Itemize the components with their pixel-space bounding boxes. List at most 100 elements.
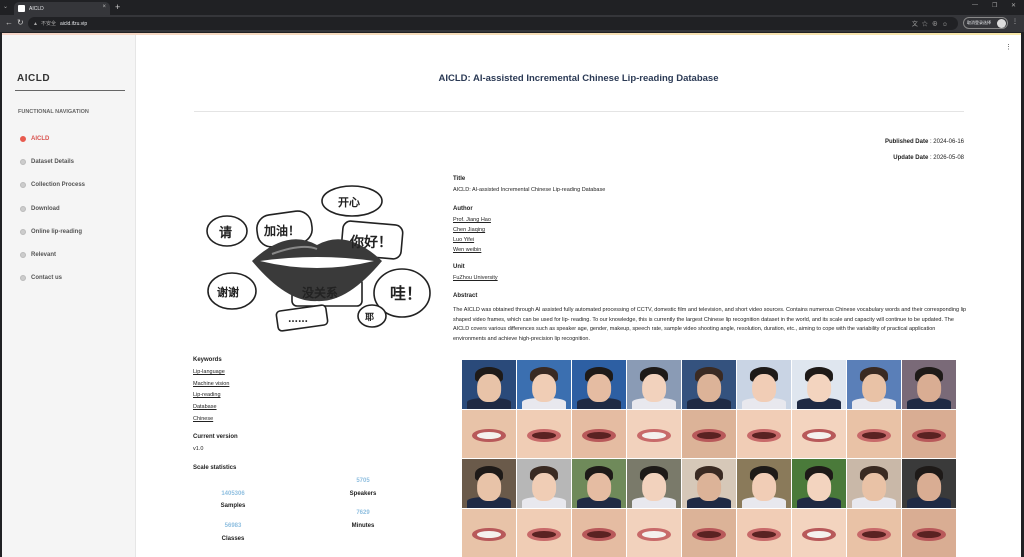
reload-icon[interactable]: ↻ xyxy=(17,18,24,27)
bubble-text: 哇！ xyxy=(390,284,422,303)
lip-crop-image xyxy=(682,508,736,557)
mouth-opening-shape xyxy=(477,531,501,539)
maximize-button[interactable]: ❐ xyxy=(992,2,997,9)
tab-title: AICLD xyxy=(29,5,44,12)
new-tab-button[interactable]: + xyxy=(115,2,120,12)
lip-crop-image xyxy=(737,508,791,557)
speaker-face-image xyxy=(517,360,571,409)
sidebar-item-relevant[interactable]: Relevant xyxy=(20,250,56,260)
keyword-link[interactable]: Machine vision xyxy=(193,381,229,387)
dot-icon xyxy=(20,252,26,258)
title-divider xyxy=(194,111,964,112)
tab-search-icon[interactable]: ⌄ xyxy=(3,3,8,10)
omnibox-action-icons[interactable]: 文☆⊕☺ xyxy=(912,19,952,28)
lip-crop-image xyxy=(737,409,791,458)
favicon-icon xyxy=(18,5,25,12)
bubble-text: 加油！ xyxy=(263,223,300,238)
mouth-opening-shape xyxy=(862,531,886,539)
lip-crop-image xyxy=(902,508,956,557)
face-shape xyxy=(642,472,666,501)
brand-logo[interactable]: AICLD xyxy=(17,73,50,84)
sidebar-item-label: Online lip-reading xyxy=(31,229,83,235)
classes-label: Classes xyxy=(221,536,245,542)
minutes-label: Minutes xyxy=(351,523,375,529)
unit-link[interactable]: FuZhou University xyxy=(453,275,498,281)
url-text[interactable]: aicld.ifzu.vip xyxy=(60,21,87,27)
speaker-face-image xyxy=(462,459,516,508)
face-shape xyxy=(807,373,831,402)
mouth-opening-shape xyxy=(752,432,776,440)
face-shape xyxy=(917,472,941,501)
mouth-opening-shape xyxy=(917,432,941,440)
lip-crop-image xyxy=(572,508,626,557)
samples-count: 1405306 xyxy=(221,491,245,497)
speaker-face-image xyxy=(902,360,956,409)
keyword-link[interactable]: Lip-language xyxy=(193,369,225,375)
speaker-face-image xyxy=(792,360,846,409)
keyword-link[interactable]: Chinese xyxy=(193,416,213,422)
lip-crop-image xyxy=(792,508,846,557)
address-bar[interactable]: ▲ 不安全 aicld.ifzu.vip 文☆⊕☺ xyxy=(28,17,958,30)
face-shape xyxy=(862,472,886,501)
lip-crop-image xyxy=(682,409,736,458)
browser-tab[interactable]: AICLD × xyxy=(14,2,110,15)
mouth-opening-shape xyxy=(532,531,556,539)
version-value: v1.0 xyxy=(193,446,204,452)
bubble-text: …… xyxy=(288,314,308,325)
minimize-button[interactable]: — xyxy=(972,2,978,8)
face-shape xyxy=(752,472,776,501)
page-title: AICLD: AI-assisted Incremental Chinese L… xyxy=(438,73,719,84)
brand-divider xyxy=(15,90,125,91)
top-accent-bar xyxy=(2,33,1021,35)
author-link[interactable]: Wen weibin xyxy=(453,247,481,253)
mouth-opening-shape xyxy=(587,531,611,539)
author-link[interactable]: Prof. Jiang Hao xyxy=(453,217,491,223)
lip-crop-image xyxy=(847,508,901,557)
sidebar-item-download[interactable]: Download xyxy=(20,204,60,214)
browser-tab-strip: ⌄ AICLD × + — ❐ ✕ xyxy=(0,0,1024,15)
published-date: Published Date : 2024-06-16 xyxy=(885,139,964,145)
sidebar-item-aicld[interactable]: AICLD xyxy=(20,134,49,144)
sidebar-item-collection-process[interactable]: Collection Process xyxy=(20,180,85,190)
minutes-count: 7629 xyxy=(356,510,370,516)
bubble-text: 没关系 xyxy=(302,285,338,300)
lip-crop-image xyxy=(902,409,956,458)
mouth-opening-shape xyxy=(642,531,666,539)
keyword-link[interactable]: Lip-reading xyxy=(193,392,221,398)
speaker-face-image xyxy=(572,360,626,409)
sidebar-item-dataset-details[interactable]: Dataset Details xyxy=(20,157,74,167)
update-date: Update Date : 2026-05-08 xyxy=(893,155,964,161)
author-link[interactable]: Chen Jiaqing xyxy=(453,227,485,233)
sidebar-item-label: Dataset Details xyxy=(31,159,75,165)
speaker-face-image xyxy=(682,360,736,409)
sidebar-item-label: Download xyxy=(31,206,60,212)
speaker-face-image xyxy=(627,360,681,409)
face-shape xyxy=(807,472,831,501)
tab-close-icon[interactable]: × xyxy=(102,4,106,10)
page-menu-icon[interactable]: ⋮ xyxy=(1005,43,1012,51)
face-shape xyxy=(587,373,611,402)
nav-heading: FUNCTIONAL NAVIGATION xyxy=(18,109,89,115)
face-shape xyxy=(587,472,611,501)
sidebar-item-contact-us[interactable]: Contact us xyxy=(20,273,62,283)
lips-speech-bubbles-illustration: 请 加油！ 开心 你好！ 谢谢 没关系 哇！ …… 耶 xyxy=(206,185,431,332)
web-page: AICLD FUNCTIONAL NAVIGATION AICLD Datase… xyxy=(2,33,1021,557)
classes-count: 56983 xyxy=(224,523,242,529)
title-heading: Title xyxy=(453,176,466,182)
dot-icon xyxy=(20,229,26,235)
speaker-face-image xyxy=(517,459,571,508)
mouth-opening-shape xyxy=(532,432,556,440)
browser-menu-icon[interactable]: ⋮ xyxy=(1012,18,1018,25)
sidebar-item-online-lip-reading[interactable]: Online lip-reading xyxy=(20,227,82,237)
lip-crop-image xyxy=(627,409,681,458)
lip-crop-image xyxy=(462,409,516,458)
dot-icon xyxy=(20,275,26,281)
close-window-button[interactable]: ✕ xyxy=(1011,2,1016,9)
keyword-link[interactable]: Database xyxy=(193,404,217,410)
profile-button[interactable]: 取消登录选择 xyxy=(963,17,1008,29)
author-link[interactable]: Luo Yifei xyxy=(453,237,474,243)
insecure-warning-icon[interactable]: ▲ xyxy=(33,21,38,27)
back-icon[interactable]: ← xyxy=(5,18,13,27)
speaker-face-image xyxy=(737,360,791,409)
sidebar: AICLD FUNCTIONAL NAVIGATION AICLD Datase… xyxy=(2,35,136,557)
